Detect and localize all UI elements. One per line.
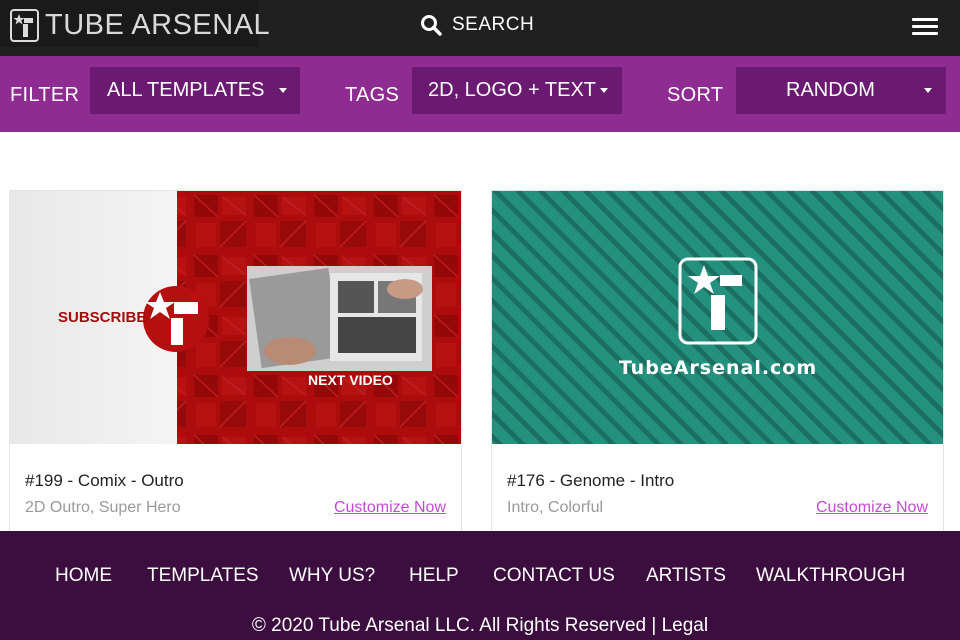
tags-dropdown-value: 2D, LOGO + TEXT <box>428 79 597 101</box>
tags-dropdown[interactable]: 2D, LOGO + TEXT <box>412 67 622 114</box>
tags-label: TAGS <box>345 84 400 106</box>
sort-label: SORT <box>667 84 724 106</box>
copyright-text: © 2020 Tube Arsenal LLC. All Rights Rese… <box>251 615 657 636</box>
sort-dropdown-value: RANDOM <box>786 79 875 101</box>
footer-link-templates[interactable]: TEMPLATES <box>147 566 259 586</box>
thumb-next-video-text: NEXT VIDEO <box>308 372 393 388</box>
footer-link-help[interactable]: HELP <box>409 566 459 586</box>
search-icon <box>421 15 442 36</box>
menu-icon[interactable] <box>912 17 938 37</box>
thumb-subscribe-text: SUBSCRIBE <box>58 309 146 326</box>
thumb-site-text: TubeArsenal.com <box>619 357 817 379</box>
template-thumbnail-comix[interactable]: SUBSCRIBE NEXT VIDEO <box>10 191 461 444</box>
footer-link-contact-us[interactable]: CONTACT US <box>493 566 615 586</box>
card-tags: Intro, Colorful <box>507 499 604 516</box>
template-thumbnail-genome[interactable]: TubeArsenal.com <box>492 191 943 444</box>
template-card: TubeArsenal.com #176 - Genome - Intro In… <box>491 190 944 532</box>
footer-link-home[interactable]: HOME <box>55 566 112 586</box>
genome-thumbnail-art: TubeArsenal.com <box>492 191 943 444</box>
site-logo[interactable]: TUBE ARSENAL <box>0 0 270 47</box>
logo-icon <box>10 9 39 42</box>
sort-dropdown[interactable]: RANDOM <box>736 67 946 114</box>
filter-dropdown-value: ALL TEMPLATES <box>107 79 265 101</box>
logo-text: TUBE ARSENAL <box>45 9 271 41</box>
card-title[interactable]: #176 - Genome - Intro <box>507 471 674 491</box>
caret-down-icon <box>279 88 287 93</box>
template-card: SUBSCRIBE NEXT VIDEO #199 - Comix - Outr… <box>9 190 462 532</box>
footer-link-walkthrough[interactable]: WALKTHROUGH <box>756 566 905 586</box>
comix-thumbnail-art: SUBSCRIBE NEXT VIDEO <box>10 191 461 444</box>
filter-label: FILTER <box>10 84 80 106</box>
card-tags: 2D Outro, Super Hero <box>25 499 181 516</box>
search-label: SEARCH <box>452 14 535 35</box>
filter-dropdown[interactable]: ALL TEMPLATES <box>90 67 300 114</box>
footer-link-why-us[interactable]: WHY US? <box>289 566 375 586</box>
search-button[interactable]: SEARCH <box>420 12 534 38</box>
copyright-line: © 2020 Tube Arsenal LLC. All Rights Rese… <box>0 616 960 636</box>
top-navigation-bar: TUBE ARSENAL SEARCH <box>0 0 960 56</box>
caret-down-icon <box>924 88 932 93</box>
footer-link-artists[interactable]: ARTISTS <box>646 566 726 586</box>
card-title[interactable]: #199 - Comix - Outro <box>25 471 184 491</box>
customize-now-link[interactable]: Customize Now <box>816 499 928 517</box>
customize-now-link[interactable]: Customize Now <box>334 499 446 517</box>
footer-link-legal[interactable]: Legal <box>662 615 709 636</box>
caret-down-icon <box>600 88 608 93</box>
